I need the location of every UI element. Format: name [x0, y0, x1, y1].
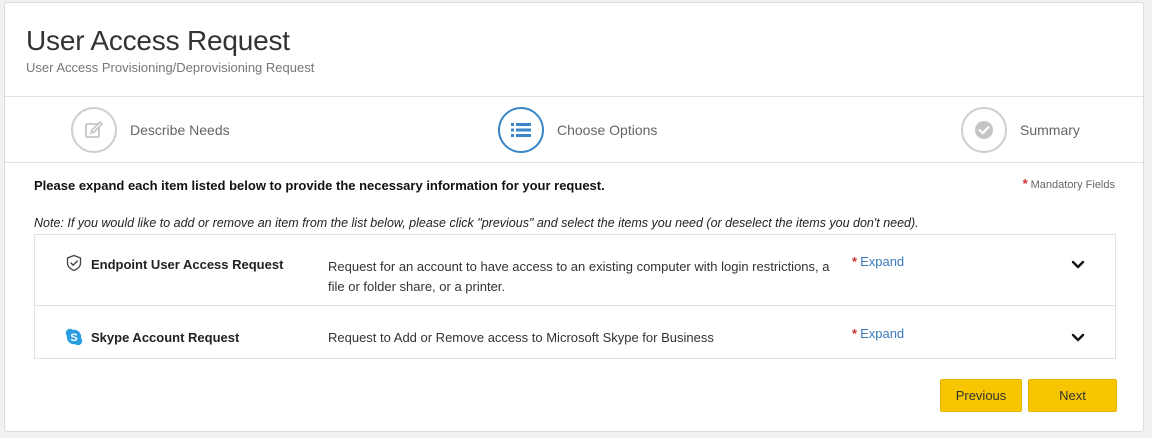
chevron-down-icon[interactable] [1070, 258, 1086, 272]
item-description: Request for an account to have access to… [328, 259, 830, 294]
list-item-endpoint-access: Endpoint User Access Request Request for… [35, 235, 1115, 306]
next-button[interactable]: Next [1028, 379, 1117, 412]
item-name: Endpoint User Access Request [91, 257, 284, 272]
request-card: User Access Request User Access Provisio… [4, 2, 1144, 432]
svg-text:S: S [70, 332, 77, 344]
required-star: * [852, 254, 858, 269]
check-icon [961, 107, 1007, 153]
expand-label: Expand [860, 326, 905, 341]
edit-icon [71, 107, 117, 153]
page-header: User Access Request User Access Provisio… [5, 3, 1143, 97]
wizard-steps: Describe Needs Choose Options Summary [5, 97, 1143, 163]
instructions-text: Please expand each item listed below to … [34, 178, 605, 193]
page-title: User Access Request [26, 25, 290, 56]
items-list: Endpoint User Access Request Request for… [34, 234, 1116, 359]
list-item-skype-account: S Skype Account Request Request to Add o… [35, 306, 1115, 358]
step-describe-needs[interactable]: Describe Needs [71, 107, 230, 153]
note-text: Note: If you would like to add or remove… [34, 216, 919, 230]
mandatory-fields-note: * Mandatory Fields [1023, 176, 1115, 191]
skype-icon: S [65, 328, 83, 346]
step-label: Describe Needs [130, 122, 230, 138]
required-star: * [852, 326, 858, 341]
item-description: Request to Add or Remove access to Micro… [328, 330, 714, 345]
expand-label: Expand [860, 254, 905, 269]
shield-check-icon [65, 254, 83, 272]
step-choose-options[interactable]: Choose Options [498, 107, 657, 153]
previous-button[interactable]: Previous [940, 379, 1022, 412]
step-label: Choose Options [557, 122, 658, 138]
step-label: Summary [1020, 122, 1080, 138]
page-subtitle: User Access Provisioning/Deprovisioning … [26, 60, 315, 75]
list-icon [498, 107, 544, 153]
mandatory-label: Mandatory Fields [1030, 179, 1115, 191]
expand-link[interactable]: * Expand [852, 326, 904, 341]
step-summary[interactable]: Summary [961, 107, 1080, 153]
required-star: * [1022, 176, 1028, 191]
expand-link[interactable]: * Expand [852, 254, 904, 269]
item-name: Skype Account Request [91, 330, 240, 345]
chevron-down-icon[interactable] [1070, 331, 1086, 345]
